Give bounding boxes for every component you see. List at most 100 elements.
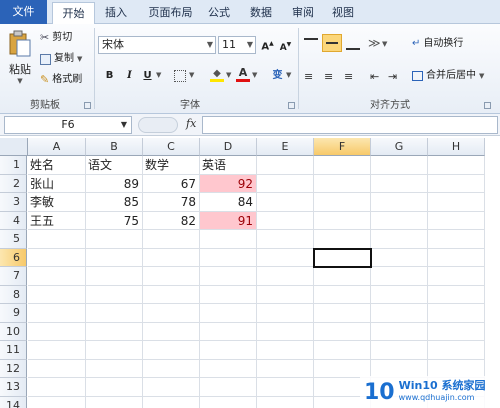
cell-g3[interactable] [371, 193, 428, 212]
cell-g2[interactable] [371, 174, 428, 193]
cell-e9[interactable] [257, 304, 314, 323]
cell-c5[interactable] [143, 230, 200, 249]
cell-b13[interactable] [86, 378, 143, 397]
phonetic-guide-button[interactable]: 变 [270, 68, 285, 84]
cell-g1[interactable] [371, 156, 428, 175]
chevron-down-icon[interactable]: ▼ [156, 71, 161, 79]
row-header-9[interactable]: 9 [0, 304, 27, 323]
cell-d10[interactable] [200, 322, 257, 341]
column-header-g[interactable]: G [371, 138, 428, 156]
active-cell-indicator[interactable] [313, 247, 372, 268]
row-header-3[interactable]: 3 [0, 193, 27, 212]
chevron-down-icon[interactable]: ▼ [382, 40, 387, 48]
chevron-down-icon[interactable]: ▼ [226, 71, 231, 79]
chevron-down-icon[interactable]: ▼ [252, 71, 257, 79]
alignment-dialog-launcher[interactable] [484, 102, 491, 109]
tab-view[interactable]: 视图 [328, 2, 358, 24]
cell-e11[interactable] [257, 341, 314, 360]
cell-h10[interactable] [428, 322, 485, 341]
align-right-icon[interactable]: ≡ [344, 70, 353, 83]
cell-a5[interactable] [28, 230, 86, 249]
cell-c9[interactable] [143, 304, 200, 323]
cell-b2[interactable]: 89 [86, 174, 143, 193]
align-middle-icon[interactable] [322, 34, 342, 52]
cell-c1[interactable]: 数学 [143, 156, 200, 175]
cell-c14[interactable] [143, 396, 200, 408]
insert-function-button[interactable]: fx [186, 117, 196, 130]
cell-h4[interactable] [428, 211, 485, 230]
cell-f3[interactable] [314, 193, 371, 212]
cell-a2[interactable]: 张山 [28, 174, 86, 193]
cell-e1[interactable] [257, 156, 314, 175]
cell-c4[interactable]: 82 [143, 211, 200, 230]
cell-e10[interactable] [257, 322, 314, 341]
cell-g8[interactable] [371, 285, 428, 304]
cell-c6[interactable] [143, 248, 200, 267]
cell-h8[interactable] [428, 285, 485, 304]
font-dialog-launcher[interactable] [288, 102, 295, 109]
cell-f2[interactable] [314, 174, 371, 193]
cell-d13[interactable] [200, 378, 257, 397]
cell-e14[interactable] [257, 396, 314, 408]
bold-button[interactable]: B [102, 68, 117, 84]
cell-f5[interactable] [314, 230, 371, 249]
cell-e2[interactable] [257, 174, 314, 193]
cell-f10[interactable] [314, 322, 371, 341]
cell-h5[interactable] [428, 230, 485, 249]
grow-font-icon[interactable]: A▲ [260, 36, 275, 52]
align-top-icon[interactable] [304, 38, 318, 50]
cell-e7[interactable] [257, 267, 314, 286]
increase-indent-icon[interactable]: ⇥ [388, 70, 397, 83]
format-painter-button[interactable]: ✎ 格式刷 [40, 72, 82, 88]
cell-d12[interactable] [200, 359, 257, 378]
column-header-f[interactable]: F [314, 138, 371, 156]
row-header-10[interactable]: 10 [0, 322, 27, 341]
cell-b9[interactable] [86, 304, 143, 323]
cell-d7[interactable] [200, 267, 257, 286]
cell-g5[interactable] [371, 230, 428, 249]
cell-g4[interactable] [371, 211, 428, 230]
cell-d4[interactable]: 91 [200, 211, 257, 230]
cell-c8[interactable] [143, 285, 200, 304]
font-name-select[interactable]: 宋体 ▼ [98, 36, 216, 54]
cell-d14[interactable] [200, 396, 257, 408]
cell-b12[interactable] [86, 359, 143, 378]
cell-h2[interactable] [428, 174, 485, 193]
cell-e5[interactable] [257, 230, 314, 249]
column-header-e[interactable]: E [257, 138, 314, 156]
spreadsheet-grid[interactable]: ABCDEFGH 1 2 3 4 5 6 7 8 9 10 11 12 13 14 姓名 语文 数学 英语 张山 8… [0, 138, 500, 408]
fill-color-icon[interactable]: ◆ [210, 66, 224, 82]
row-header-1[interactable]: 1 [0, 156, 27, 175]
cell-a11[interactable] [28, 341, 86, 360]
cell-h3[interactable] [428, 193, 485, 212]
cell-e3[interactable] [257, 193, 314, 212]
cell-a9[interactable] [28, 304, 86, 323]
cell-c13[interactable] [143, 378, 200, 397]
column-header-c[interactable]: C [143, 138, 200, 156]
cell-a8[interactable] [28, 285, 86, 304]
paste-button[interactable]: 粘贴 ▼ [4, 28, 36, 94]
cell-d8[interactable] [200, 285, 257, 304]
orientation-icon[interactable]: ≫ [368, 36, 381, 50]
cell-b1[interactable]: 语文 [86, 156, 143, 175]
column-header-h[interactable]: H [428, 138, 485, 156]
cell-d11[interactable] [200, 341, 257, 360]
tab-review[interactable]: 审阅 [288, 2, 318, 24]
cell-a1[interactable]: 姓名 [28, 156, 86, 175]
tab-home[interactable]: 开始 [52, 2, 95, 25]
cell-a3[interactable]: 李敏 [28, 193, 86, 212]
cell-e8[interactable] [257, 285, 314, 304]
cell-d2[interactable]: 92 [200, 174, 257, 193]
cell-e6[interactable] [257, 248, 314, 267]
cell-a10[interactable] [28, 322, 86, 341]
cell-c2[interactable]: 67 [143, 174, 200, 193]
cell-h11[interactable] [428, 341, 485, 360]
chevron-down-icon[interactable]: ▼ [286, 71, 291, 79]
cell-f11[interactable] [314, 341, 371, 360]
align-bottom-icon[interactable] [346, 38, 360, 50]
cell-e4[interactable] [257, 211, 314, 230]
align-left-icon[interactable]: ≡ [304, 70, 313, 83]
font-color-icon[interactable]: A [236, 66, 250, 82]
cell-h7[interactable] [428, 267, 485, 286]
cell-e13[interactable] [257, 378, 314, 397]
